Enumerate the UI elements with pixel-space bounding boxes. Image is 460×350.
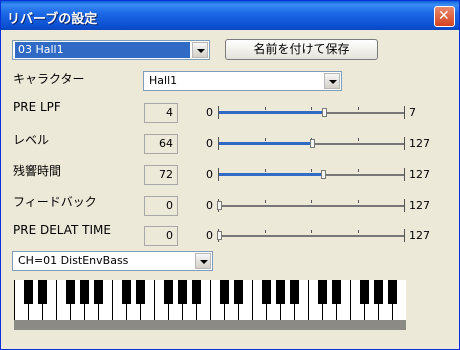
param-value-field[interactable]: 0 (144, 196, 178, 216)
param-label: フィードバック (13, 195, 97, 209)
slider-thumb[interactable] (321, 170, 326, 179)
param-value-field[interactable]: 0 (144, 226, 178, 246)
black-key[interactable] (318, 280, 327, 304)
slider-tick (358, 107, 359, 110)
black-key[interactable] (80, 280, 89, 304)
channel-select-value: CH=01 DistEnvBass (18, 254, 129, 267)
preset-select[interactable]: 03 Hall1 (12, 40, 210, 60)
black-key[interactable] (94, 280, 103, 304)
slider-min-label: 0 (206, 137, 213, 150)
black-key[interactable] (66, 280, 75, 304)
param-value-field[interactable]: 4 (144, 103, 178, 123)
black-key[interactable] (374, 280, 383, 304)
close-icon: ✕ (438, 8, 450, 24)
black-key[interactable] (178, 280, 187, 304)
black-key[interactable] (234, 280, 243, 304)
slider-track (218, 235, 404, 237)
dialog-body: 03 Hall1 名前を付けて保存 キャラクター Hall1 PRE LPF 4 0… (4, 30, 456, 348)
slider-tick (311, 230, 312, 233)
slider-tick (265, 169, 266, 172)
slider-max-label: 127 (409, 168, 430, 181)
black-key[interactable] (136, 280, 145, 304)
slider-end-tick (404, 137, 405, 150)
param-slider[interactable]: 0 127 (206, 226, 444, 246)
slider-end-tick (218, 137, 219, 150)
slider-max-label: 7 (409, 106, 416, 119)
slider-end-tick (404, 199, 405, 212)
keyboard-base (14, 320, 406, 330)
black-key[interactable] (276, 280, 285, 304)
title-bar[interactable]: リバーブの設定 ✕ (1, 1, 459, 30)
param-slider[interactable]: 0 127 (206, 165, 444, 185)
slider-min-label: 0 (206, 168, 213, 181)
param-slider[interactable]: 07 (206, 103, 444, 123)
slider-thumb[interactable] (217, 201, 222, 210)
param-label: PRE LPF (13, 100, 61, 114)
character-select-value: Hall1 (149, 74, 178, 87)
slider-track (218, 205, 404, 207)
param-slider[interactable]: 0 127 (206, 196, 444, 216)
black-key[interactable] (24, 280, 33, 304)
slider-thumb[interactable] (217, 231, 222, 240)
slider-end-tick (404, 106, 405, 119)
slider-min-label: 0 (206, 199, 213, 212)
piano-keyboard[interactable] (14, 280, 406, 330)
character-select[interactable]: Hall1 (143, 71, 342, 91)
black-key[interactable] (38, 280, 47, 304)
slider-end-tick (218, 106, 219, 119)
black-key[interactable] (262, 280, 271, 304)
slider-tick (311, 169, 312, 172)
chevron-down-icon[interactable] (192, 42, 208, 58)
reverb-settings-window: リバーブの設定 ✕ 03 Hall1 名前を付けて保存 キャラクター Hall1… (0, 0, 460, 350)
slider-max-label: 127 (409, 229, 430, 242)
slider-max-label: 127 (409, 137, 430, 150)
chevron-down-icon[interactable] (324, 73, 340, 89)
slider-tick (358, 230, 359, 233)
slider-thumb[interactable] (310, 139, 315, 148)
black-key[interactable] (220, 280, 229, 304)
character-label: キャラクター (13, 72, 85, 86)
black-key[interactable] (122, 280, 131, 304)
slider-tick (265, 230, 266, 233)
param-value-field[interactable]: 64 (144, 134, 178, 154)
slider-tick (358, 200, 359, 203)
black-key[interactable] (332, 280, 341, 304)
slider-thumb[interactable] (322, 108, 327, 117)
slider-tick (265, 200, 266, 203)
preset-select-value: 03 Hall1 (15, 42, 190, 58)
slider-tick (311, 107, 312, 110)
slider-min-label: 0 (206, 106, 213, 119)
param-slider[interactable]: 0 127 (206, 134, 444, 154)
slider-fill (218, 111, 324, 114)
black-key[interactable] (388, 280, 397, 304)
slider-tick (311, 200, 312, 203)
save-as-button[interactable]: 名前を付けて保存 (225, 39, 378, 60)
black-key[interactable] (360, 280, 369, 304)
param-label: レベル (13, 133, 50, 147)
slider-end-tick (404, 229, 405, 242)
window-title: リバーブの設定 (7, 12, 98, 27)
slider-fill (218, 142, 312, 145)
param-value-field[interactable]: 72 (144, 165, 178, 185)
close-button[interactable]: ✕ (434, 6, 455, 27)
slider-tick (265, 107, 266, 110)
slider-fill (218, 173, 323, 176)
param-label: PRE DELAT TIME (13, 223, 111, 237)
black-key[interactable] (164, 280, 173, 304)
param-label: 残響時間 (13, 164, 62, 178)
black-key[interactable] (192, 280, 201, 304)
slider-tick (358, 138, 359, 141)
slider-tick (265, 138, 266, 141)
slider-end-tick (218, 168, 219, 181)
chevron-down-icon[interactable] (195, 253, 211, 269)
black-key[interactable] (290, 280, 299, 304)
slider-min-label: 0 (206, 229, 213, 242)
channel-select[interactable]: CH=01 DistEnvBass (12, 251, 213, 271)
slider-tick (358, 169, 359, 172)
slider-end-tick (404, 168, 405, 181)
slider-max-label: 127 (409, 199, 430, 212)
